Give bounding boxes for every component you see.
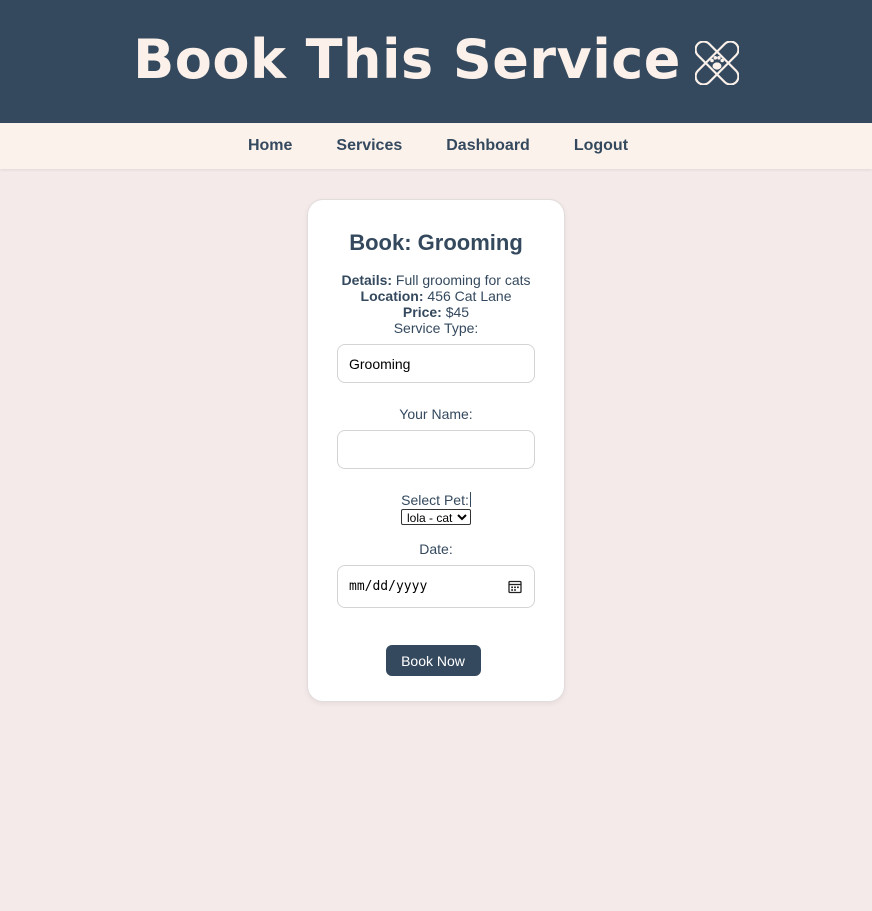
service-info: Details: Full grooming for cats Location… — [308, 272, 564, 336]
date-input[interactable]: mm/dd/yyyy — [337, 565, 535, 608]
pet-label: Select Pet: — [401, 492, 469, 508]
date-label: Date: — [419, 541, 453, 557]
service-type-label: Service Type: — [393, 320, 479, 336]
name-input[interactable] — [337, 430, 535, 469]
pet-select[interactable]: lola - cat — [401, 509, 471, 525]
price-line: Price: $45 — [308, 304, 564, 320]
booking-card: Book: Grooming Details: Full grooming fo… — [307, 199, 565, 702]
price-value: $45 — [445, 304, 470, 320]
nav-home[interactable]: Home — [248, 137, 292, 155]
details-label: Details: — [341, 272, 393, 288]
booking-heading: Book: Grooming — [349, 230, 523, 255]
bandage-paw-icon — [694, 35, 740, 86]
location-line: Location: 456 Cat Lane — [308, 288, 564, 304]
text-cursor — [469, 492, 471, 507]
site-title-text: Book This Service — [133, 28, 681, 91]
price-label: Price: — [402, 304, 442, 320]
nav-logout[interactable]: Logout — [574, 137, 628, 155]
nav-dashboard[interactable]: Dashboard — [446, 137, 530, 155]
service-type-input[interactable] — [337, 344, 535, 383]
book-now-button[interactable]: Book Now — [385, 645, 481, 676]
nav-services[interactable]: Services — [336, 137, 402, 155]
site-header: Book This Service — [0, 0, 872, 123]
location-label: Location: — [360, 288, 424, 304]
pet-label-row: Select Pet: — [308, 492, 564, 508]
calendar-icon[interactable] — [508, 580, 522, 594]
details-value: Full grooming for cats — [395, 272, 531, 288]
site-title: Book This Service — [133, 28, 740, 91]
main-nav: Home Services Dashboard Logout — [0, 123, 872, 169]
details-line: Details: Full grooming for cats — [308, 272, 564, 288]
date-placeholder: mm/dd/yyyy — [349, 579, 428, 594]
name-label: Your Name: — [399, 406, 473, 422]
location-value: 456 Cat Lane — [427, 288, 512, 304]
